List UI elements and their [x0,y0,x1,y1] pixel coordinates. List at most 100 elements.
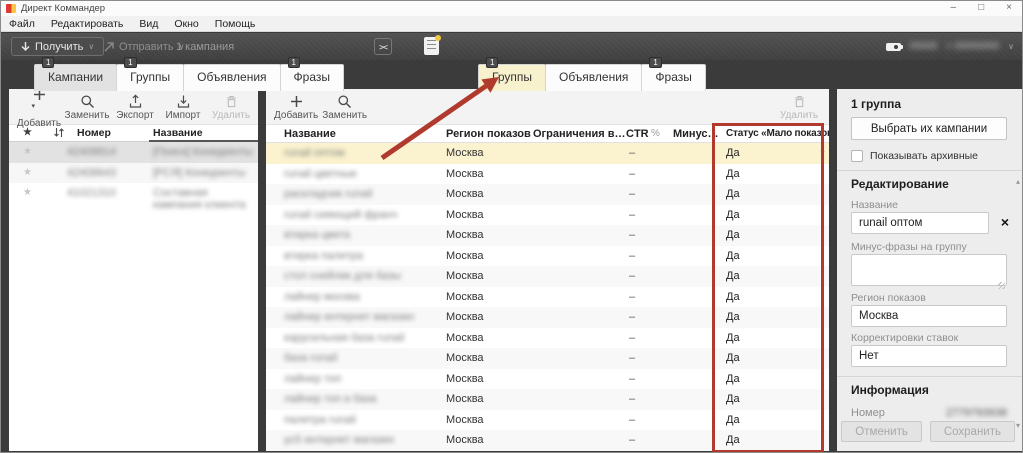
bid-adjustments-input[interactable] [851,345,1007,367]
notebook-icon[interactable] [424,37,439,55]
group-region: Москва [446,291,484,303]
column-header-ctr[interactable]: CTR [626,128,649,140]
tab-center-2[interactable]: Фразы1 [641,64,705,91]
column-header-name[interactable]: Название [153,127,203,139]
group-row[interactable]: лайнер интернет магазинМосква–Да [266,307,829,328]
заменить-button[interactable]: Заменить [65,92,109,121]
group-row[interactable]: втирка палитраМосква–Да [266,246,829,267]
group-row[interactable]: палитра runailМосква–Да [266,410,829,431]
tab-left-3[interactable]: Фразы1 [280,64,344,91]
minimize-button[interactable]: – [951,2,957,13]
star-icon[interactable]: ★ [23,167,32,178]
column-header-name[interactable]: Название [284,128,336,140]
select-their-campaigns-button[interactable]: Выбрать их кампании [851,117,1007,140]
search-icon [80,94,95,109]
app-window: Директ Коммандер – □ × ФайлРедактировать… [0,0,1023,453]
добавить-button[interactable]: ▾Добавить [17,89,61,129]
sync-status-icon[interactable] [53,126,65,142]
заменить-button[interactable]: Заменить [322,92,367,121]
group-name: втирка палитра [284,250,363,262]
group-ctr: – [629,414,635,426]
menu-view[interactable]: Вид [131,16,166,31]
group-row[interactable]: карусельная база runailМосква–Да [266,328,829,349]
chevron-down-icon: ∨ [1008,42,1014,51]
menu-file[interactable]: Файл [1,16,43,31]
group-row[interactable]: runail цветныеМосква–Да [266,164,829,185]
campaign-row[interactable]: ★42408643[РСЯ] Конкуренты [9,163,258,184]
menu-window[interactable]: Окно [166,16,206,31]
tab-left-1[interactable]: Группы1 [116,64,184,91]
group-name-input[interactable] [851,212,989,234]
group-ctr: – [629,434,635,446]
maximize-button[interactable]: □ [978,2,984,13]
group-low-impressions-status: Да [726,393,740,405]
импорт-button[interactable]: Импорт [161,92,205,121]
column-header-low-impressions-status[interactable]: Статус «Мало показов» [726,128,829,139]
campaign-row[interactable]: ★41021310Составная кампания клиента [9,183,258,204]
scroll-up-arrow-icon[interactable]: ▲ [819,147,826,154]
tab-label: Фразы [294,70,330,84]
tab-center-1[interactable]: Объявления [545,64,642,91]
menu-edit[interactable]: Редактировать [43,16,132,31]
divider [837,376,1023,377]
chevron-down-icon: ∨ [88,42,94,51]
tab-left-0[interactable]: Кампании1 [34,64,117,91]
group-row[interactable]: усб интернет магазинМосква–Да [266,430,829,451]
group-ctr: – [629,270,635,282]
column-header-limits[interactable]: Ограничения в… [533,128,626,140]
удалить-button[interactable]: Удалить [209,92,253,121]
star-icon[interactable]: ★ [23,187,32,198]
tab-count-badge: 1 [649,57,661,68]
group-region: Москва [446,414,484,426]
group-row[interactable]: лайнер топ и базаМосква–Да [266,389,829,410]
column-header-minus[interactable]: Минус… [673,128,719,140]
group-row[interactable]: runail оптомМосква–Да [266,143,829,164]
group-row[interactable]: runail сияющий франчМосква–Да [266,205,829,226]
group-ctr: – [629,168,635,180]
group-row[interactable]: раскладчик runailМосква–Да [266,184,829,205]
tool-label: Экспорт [116,110,154,121]
region-label: Регион показов [851,292,1007,304]
star-icon[interactable]: ★ [23,127,32,138]
minus-phrases-input[interactable] [851,254,1007,286]
добавить-button[interactable]: Добавить [274,92,318,121]
cancel-button[interactable]: Отменить [841,421,922,442]
plus-icon: ▾ [32,89,47,117]
region-input[interactable] [851,305,1007,327]
resize-grip-icon[interactable] [998,282,1005,289]
get-button[interactable]: Получить ∨ [11,37,104,56]
group-region: Москва [446,147,484,159]
save-button[interactable]: Сохранить [930,421,1015,442]
group-low-impressions-status: Да [726,168,740,180]
экспорт-button[interactable]: Экспорт [113,92,157,121]
collapse-panels-button[interactable]: >< [374,38,392,55]
column-header-region[interactable]: Регион показов [446,128,531,140]
account-area[interactable]: 00000 ≈ 00000000 ∨ [886,33,1014,60]
star-icon[interactable]: ★ [23,146,32,157]
group-region: Москва [446,393,484,405]
show-archived-checkbox[interactable] [851,150,863,162]
menu-help[interactable]: Помощь [207,16,264,31]
group-row[interactable]: лайнер топМосква–Да [266,369,829,390]
search-icon [337,94,352,109]
group-edit-panel: 1 группа Выбрать их кампании Показывать … [837,89,1023,451]
tab-left-2[interactable]: Объявления [183,64,280,91]
tab-label: Группы [130,70,170,84]
column-header-number[interactable]: Номер [77,127,111,139]
tab-center-0[interactable]: Группы1 [478,64,546,91]
удалить-button[interactable]: Удалить [777,92,821,121]
group-row[interactable]: стол снейлик для базыМосква–Да [266,266,829,287]
group-name: палитра runail [284,414,356,426]
clear-icon[interactable]: × [1001,215,1009,229]
group-low-impressions-status: Да [726,311,740,323]
send-arrow-icon [104,42,114,52]
group-row[interactable]: втирка цветаМосква–Да [266,225,829,246]
campaign-row[interactable]: ★42408814[Поиск] Конкуренты [9,142,258,163]
group-region: Москва [446,373,484,385]
group-row[interactable]: лайнер москваМосква–Да [266,287,829,308]
group-row[interactable]: однофазный гель усбМосква–Да [266,451,829,452]
group-row[interactable]: база runailМосква–Да [266,348,829,369]
scroll-up-arrow-icon[interactable]: ▴ [1016,177,1020,186]
close-button[interactable]: × [1006,2,1012,13]
scroll-down-arrow-icon[interactable]: ▾ [1016,421,1020,430]
